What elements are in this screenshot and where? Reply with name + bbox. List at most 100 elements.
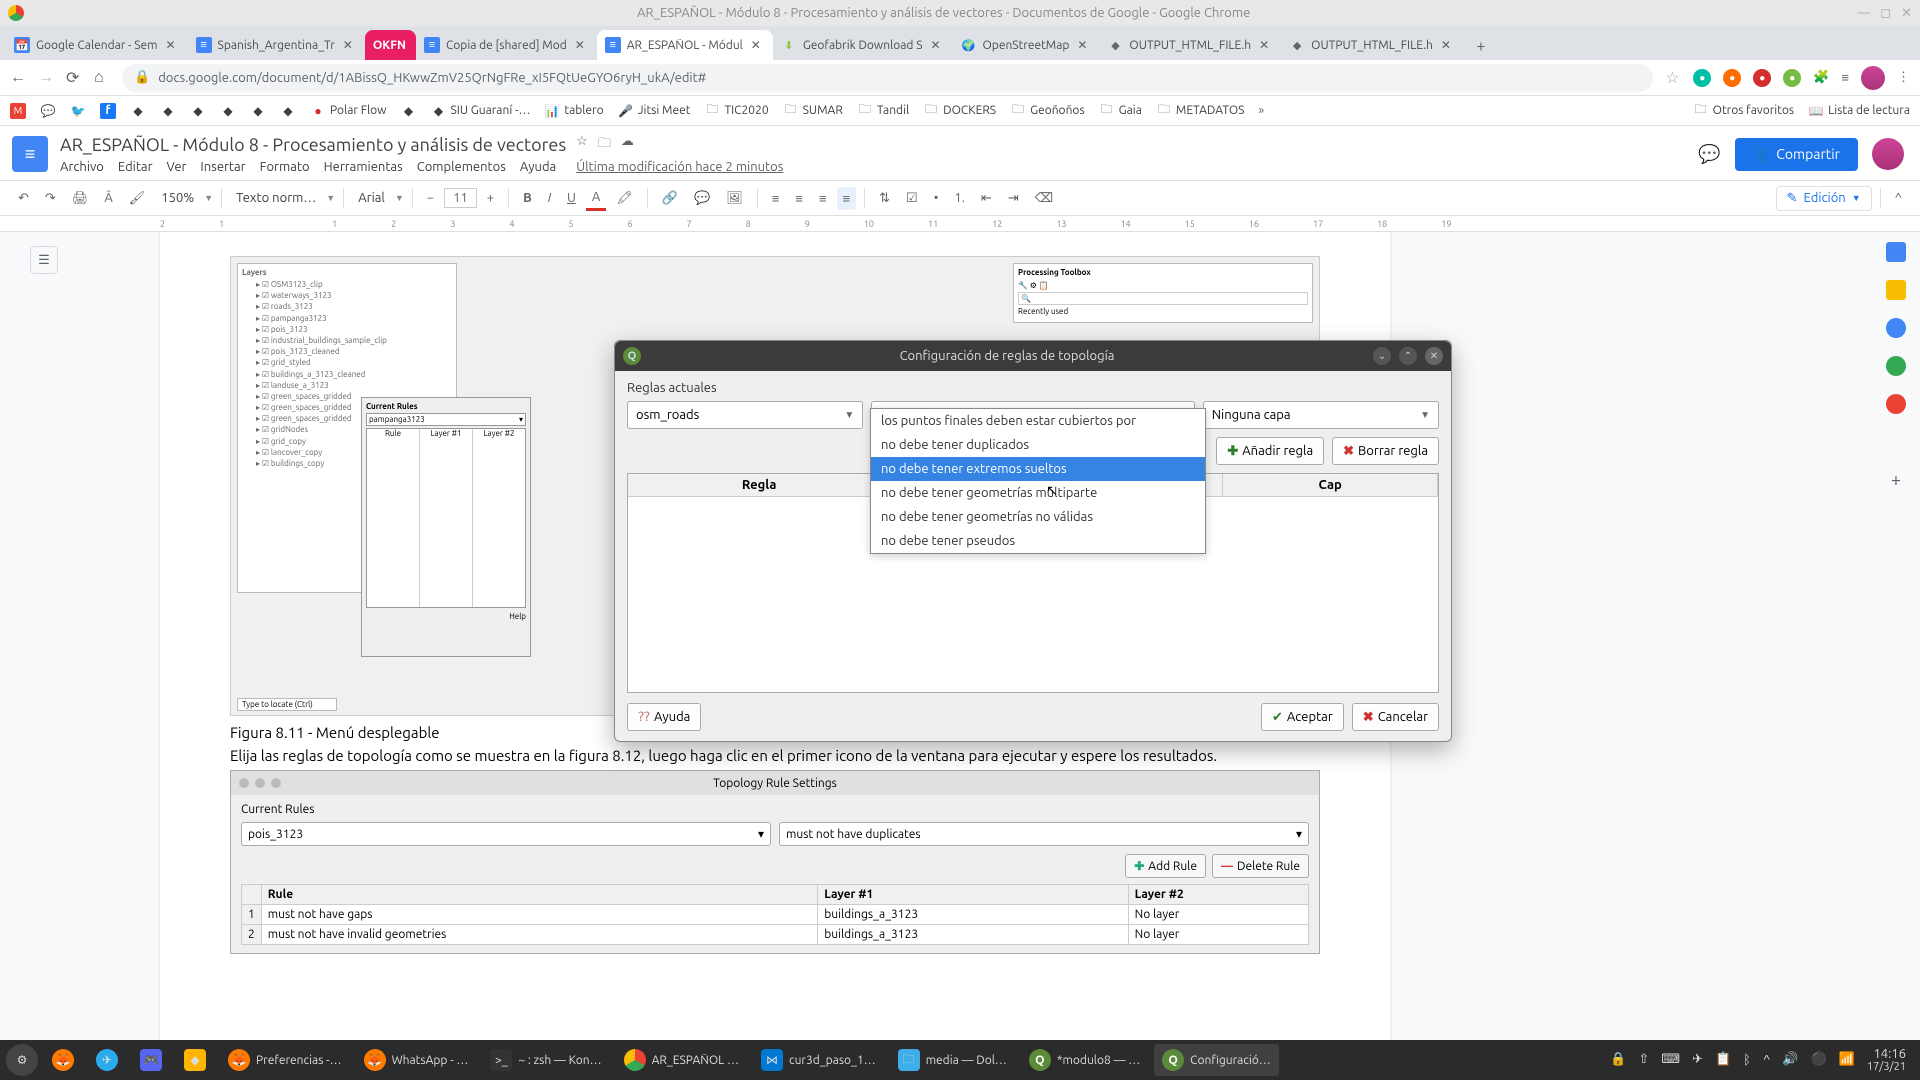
qgis-add-rule-button[interactable]: ✚Añadir regla: [1216, 437, 1324, 465]
browser-tab[interactable]: ◆OUTPUT_HTML_FILE.h✕: [1281, 30, 1463, 60]
tab-close-icon[interactable]: ✕: [928, 38, 942, 52]
browser-tab[interactable]: ≡Spanish_Argentina_Tr✕: [188, 30, 365, 60]
text-color-button[interactable]: A: [586, 186, 606, 211]
italic-button[interactable]: I: [542, 187, 557, 209]
extensions-menu-icon[interactable]: 🧩: [1813, 70, 1829, 85]
bookmark-item[interactable]: ◆: [130, 103, 146, 119]
font-size-inc[interactable]: +: [481, 187, 500, 209]
tray-bluetooth-icon[interactable]: ᛒ: [1743, 1053, 1751, 1067]
tasks-app-icon[interactable]: [1886, 318, 1906, 338]
outline-button[interactable]: ☰: [30, 246, 58, 274]
bookmark-star-icon[interactable]: ☆: [1665, 68, 1681, 87]
ext-icon-4[interactable]: ●: [1783, 69, 1801, 87]
forward-button[interactable]: →: [38, 68, 54, 87]
maps-app-icon[interactable]: [1886, 394, 1906, 414]
gdocs-logo-icon[interactable]: ≡: [12, 136, 48, 172]
tab-close-icon[interactable]: ✕: [749, 38, 763, 52]
cloud-status-icon[interactable]: ☁: [621, 134, 634, 156]
tab-close-icon[interactable]: ✕: [164, 38, 178, 52]
taskbar-item[interactable]: 🦊: [44, 1044, 82, 1076]
paint-format-button[interactable]: 🖌: [123, 187, 152, 210]
minimize-icon[interactable]: —: [1857, 6, 1870, 21]
bookmark-item[interactable]: 🐦: [70, 103, 86, 119]
bookmark-item[interactable]: 🗀Geoñoños: [1010, 103, 1085, 119]
tray-updates-icon[interactable]: ⇧: [1638, 1052, 1649, 1067]
qgis-close-icon[interactable]: ✕: [1425, 347, 1443, 365]
bookmark-item[interactable]: ◆: [400, 103, 416, 119]
home-button[interactable]: ⌂: [94, 68, 110, 87]
dropdown-option[interactable]: no debe tener geometrías multiparte: [871, 481, 1205, 505]
bookmark-item[interactable]: 🗀Otros favoritos: [1693, 103, 1795, 119]
font-size-dec[interactable]: −: [421, 187, 440, 209]
back-button[interactable]: ←: [10, 68, 26, 87]
bookmark-item[interactable]: ◆: [190, 103, 206, 119]
app-launcher[interactable]: ⚙: [6, 1044, 38, 1076]
align-center[interactable]: ≡: [789, 187, 809, 210]
bookmark-item[interactable]: 🗀METADATOS: [1156, 103, 1245, 119]
undo-button[interactable]: ↶: [12, 187, 35, 210]
move-icon[interactable]: 🗀: [598, 134, 611, 156]
account-avatar[interactable]: [1872, 138, 1904, 170]
taskbar-item[interactable]: >_~ : zsh — Kon…: [482, 1044, 609, 1076]
taskbar-item[interactable]: ◆: [176, 1044, 214, 1076]
spellcheck-button[interactable]: Ā: [98, 187, 118, 209]
ext-icon-1[interactable]: ●: [1693, 69, 1711, 87]
bookmark-item[interactable]: ◆: [250, 103, 266, 119]
bold-button[interactable]: B: [517, 187, 538, 209]
taskbar-item[interactable]: AR_ESPAÑOL …: [616, 1044, 747, 1076]
browser-tab[interactable]: 🌍OpenStreetMap✕: [952, 30, 1099, 60]
bookmark-item[interactable]: 💬: [40, 103, 56, 119]
ext-icon-3[interactable]: ●: [1753, 69, 1771, 87]
checklist[interactable]: ☑: [900, 187, 924, 210]
qgis-help-button[interactable]: ⁇Ayuda: [627, 703, 701, 731]
taskbar-item[interactable]: ⋈cur3d_paso_1…: [753, 1044, 884, 1076]
share-button[interactable]: 👤 Compartir: [1735, 138, 1858, 171]
browser-tab[interactable]: 📅Google Calendar - Sem✕: [6, 30, 188, 60]
qgis-cancel-button[interactable]: ✖Cancelar: [1352, 703, 1439, 731]
tray-chevron-icon[interactable]: ^: [1763, 1053, 1770, 1067]
line-spacing[interactable]: ⇅: [873, 187, 896, 210]
link-button[interactable]: 🔗: [656, 187, 684, 210]
browser-tab[interactable]: ⬇Geofabrik Download S✕: [773, 30, 953, 60]
indent-dec[interactable]: ⇤: [975, 187, 998, 210]
dropdown-option[interactable]: no debe tener duplicados: [871, 433, 1205, 457]
image-button[interactable]: 🖼: [720, 187, 749, 210]
taskbar-item[interactable]: 🦊Preferencias -…: [220, 1044, 350, 1076]
taskbar-item[interactable]: ✈: [88, 1044, 126, 1076]
browser-tab[interactable]: ≡AR_ESPAÑOL - Módul✕: [597, 30, 773, 60]
close-icon[interactable]: ✕: [1901, 6, 1912, 21]
tab-close-icon[interactable]: ✕: [341, 38, 355, 52]
print-button[interactable]: 🖨: [66, 187, 95, 210]
editing-mode[interactable]: ✎ Edición ▼: [1776, 186, 1872, 211]
ext-icon-2[interactable]: ●: [1723, 69, 1741, 87]
maximize-icon[interactable]: ◻: [1880, 6, 1891, 21]
tray-clipboard-icon[interactable]: 📋: [1715, 1052, 1731, 1067]
menu-item[interactable]: Insertar: [200, 160, 245, 174]
qgis-delete-rule-button[interactable]: ✖Borrar regla: [1332, 437, 1439, 465]
tray-network-icon[interactable]: ⚫: [1811, 1052, 1827, 1067]
dropdown-option[interactable]: no debe tener geometrías no válidas: [871, 505, 1205, 529]
taskbar-item[interactable]: 🎮: [132, 1044, 170, 1076]
bookmarks-overflow[interactable]: »: [1258, 104, 1264, 117]
bookmark-item[interactable]: ◆SIU Guaraní -…: [430, 103, 530, 119]
bookmark-item[interactable]: ◆: [160, 103, 176, 119]
calendar-app-icon[interactable]: [1886, 242, 1906, 262]
bulleted-list[interactable]: •: [928, 187, 945, 209]
numbered-list[interactable]: 1.: [948, 187, 971, 209]
bookmark-item[interactable]: 📖Lista de lectura: [1808, 103, 1910, 119]
redo-button[interactable]: ↷: [39, 187, 62, 210]
browser-tab[interactable]: OKFN: [365, 30, 416, 60]
profile-avatar[interactable]: [1861, 66, 1885, 90]
menu-item[interactable]: Ayuda: [520, 160, 556, 174]
tray-telegram-icon[interactable]: ✈: [1692, 1052, 1703, 1067]
bookmark-item[interactable]: 🗀Gaia: [1099, 103, 1142, 119]
clear-format[interactable]: ⌫: [1029, 187, 1059, 210]
font-select[interactable]: Arial: [352, 187, 391, 209]
tray-volume-icon[interactable]: 🔊: [1782, 1052, 1798, 1067]
bookmark-item[interactable]: f: [100, 103, 116, 119]
qgis-maximize-icon[interactable]: ⌃: [1399, 347, 1417, 365]
dropdown-option[interactable]: los puntos finales deben estar cubiertos…: [871, 409, 1205, 433]
bookmark-item[interactable]: ●Polar Flow: [310, 103, 386, 119]
dropdown-option[interactable]: no debe tener extremos sueltos: [871, 457, 1205, 481]
align-left[interactable]: ≡: [766, 187, 786, 210]
